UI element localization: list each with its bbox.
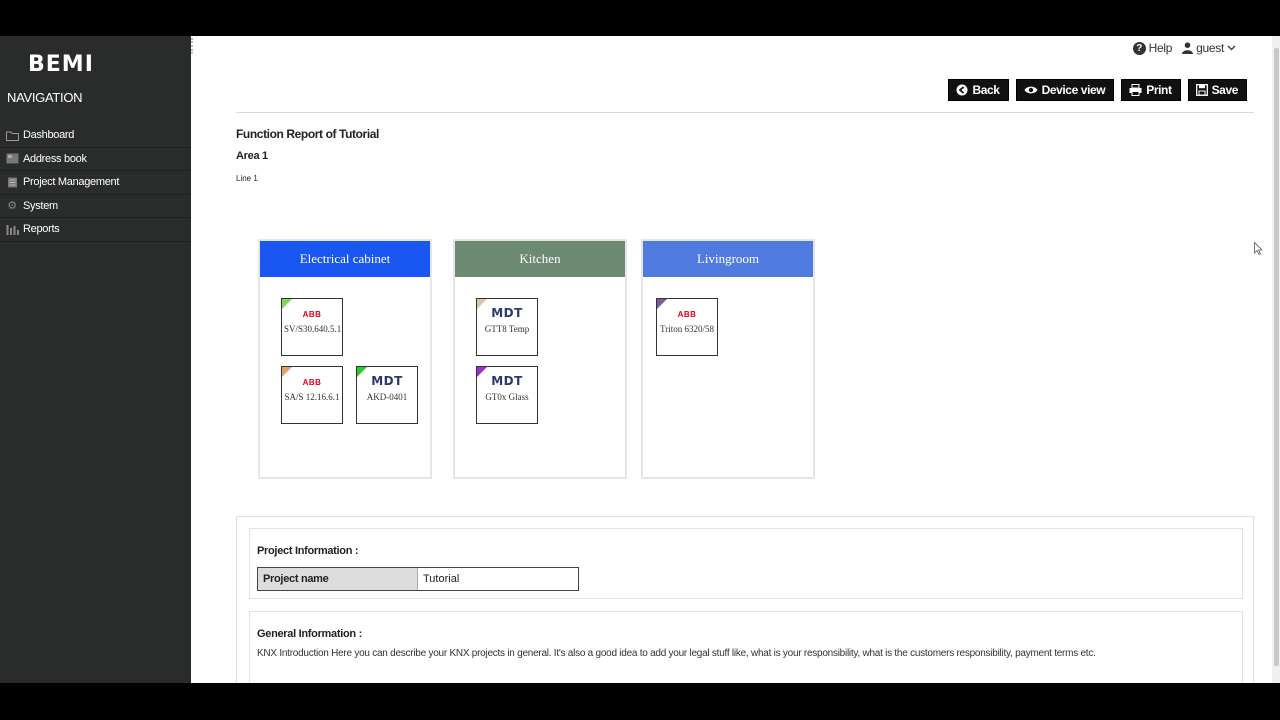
folder-icon bbox=[5, 130, 19, 141]
sidebar-item-dashboard[interactable]: Dashboard bbox=[0, 124, 191, 148]
room-card-kitchen: Kitchen MDT GTT8 Temp MDT GT0x Glass bbox=[453, 239, 627, 479]
sidebar: BEMI NAVIGATION Dashboard Address book P… bbox=[0, 36, 191, 683]
abb-logo: ABB bbox=[677, 310, 697, 319]
scrollbar-thumb[interactable] bbox=[1274, 48, 1279, 666]
room-card-livingroom: Livingroom ABB Triton 6320/58 bbox=[641, 239, 815, 479]
toolbar: Back Device view Print Save bbox=[948, 79, 1247, 101]
line-heading: Line 1 bbox=[236, 174, 258, 183]
device-card[interactable]: MDT GTT8 Temp bbox=[476, 298, 538, 356]
device-view-button[interactable]: Device view bbox=[1015, 79, 1115, 101]
device-name: Triton 6320/58 bbox=[660, 324, 714, 334]
user-icon bbox=[1182, 42, 1194, 54]
sidebar-item-label: Address book bbox=[23, 152, 87, 165]
mouse-cursor-icon bbox=[1254, 241, 1263, 258]
scrollbar[interactable] bbox=[1272, 36, 1280, 683]
device-name: GTT8 Temp bbox=[484, 324, 530, 334]
list-icon bbox=[5, 177, 19, 188]
abb-logo: ABB bbox=[302, 378, 322, 387]
device-card[interactable]: ABB Triton 6320/58 bbox=[656, 298, 718, 356]
abb-logo: ABB bbox=[302, 310, 322, 319]
sidebar-item-project-management[interactable]: Project Management bbox=[0, 171, 191, 195]
device-name: SA/S 12.16.6.1 bbox=[284, 392, 340, 402]
address-book-icon bbox=[5, 153, 19, 164]
header-divider bbox=[236, 112, 1254, 113]
section-heading: Project Information : bbox=[257, 545, 359, 557]
room-card-electrical-cabinet: Electrical cabinet ABB SV/S30.640.5.1 AB… bbox=[258, 239, 432, 479]
general-information-text: KNX Introduction Here you can describe y… bbox=[257, 648, 1096, 659]
arrow-left-circle-icon bbox=[956, 84, 968, 96]
device-card[interactable]: ABB SA/S 12.16.6.1 bbox=[281, 366, 343, 424]
navigation-title: NAVIGATION bbox=[7, 90, 83, 105]
sidebar-item-label: Dashboard bbox=[23, 129, 75, 142]
sidebar-item-address-book[interactable]: Address book bbox=[0, 148, 191, 171]
bar-chart-icon bbox=[5, 224, 19, 235]
general-information-section: General Information : KNX Introduction H… bbox=[249, 611, 1243, 683]
project-information-section: Project Information : Project name Tutor… bbox=[249, 528, 1243, 599]
sidebar-item-reports[interactable]: Reports bbox=[0, 218, 191, 242]
device-status-marker bbox=[357, 367, 367, 377]
back-button[interactable]: Back bbox=[948, 79, 1009, 101]
device-status-marker bbox=[477, 367, 487, 377]
device-status-marker bbox=[477, 299, 487, 309]
room-header: Livingroom bbox=[643, 241, 813, 277]
sidebar-resize-handle[interactable] bbox=[191, 38, 194, 54]
device-card[interactable]: ABB SV/S30.640.5.1 bbox=[281, 298, 343, 356]
room-header: Electrical cabinet bbox=[260, 241, 430, 277]
app-window: BEMI NAVIGATION Dashboard Address book P… bbox=[0, 36, 1280, 683]
section-heading: General Information : bbox=[257, 628, 362, 640]
help-link[interactable]: ? Help bbox=[1132, 41, 1172, 55]
page-title: Function Report of Tutorial bbox=[236, 127, 379, 141]
save-button[interactable]: Save bbox=[1187, 79, 1247, 101]
eye-icon bbox=[1024, 86, 1038, 94]
sidebar-item-system[interactable]: ⚙ System bbox=[0, 195, 191, 218]
topbar: ? Help guest bbox=[1132, 41, 1236, 55]
info-panel: Project Information : Project name Tutor… bbox=[236, 516, 1254, 683]
sidebar-item-label: Reports bbox=[23, 223, 60, 236]
sidebar-item-label: System bbox=[23, 199, 58, 212]
device-status-marker bbox=[282, 367, 292, 377]
bemi-logo[interactable]: BEMI bbox=[28, 52, 94, 77]
nav-list: Dashboard Address book Project Managemen… bbox=[0, 124, 191, 242]
device-card[interactable]: MDT AKD-0401 bbox=[356, 366, 418, 424]
chevron-down-icon bbox=[1227, 45, 1236, 51]
room-header: Kitchen bbox=[455, 241, 625, 277]
floppy-disk-icon bbox=[1195, 84, 1208, 96]
area-heading: Area 1 bbox=[236, 150, 268, 162]
device-name: SV/S30.640.5.1 bbox=[284, 324, 342, 334]
device-name: AKD-0401 bbox=[366, 392, 408, 402]
user-menu[interactable]: guest bbox=[1182, 41, 1236, 55]
question-icon: ? bbox=[1132, 41, 1146, 55]
device-card[interactable]: MDT GT0x Glass bbox=[476, 366, 538, 424]
project-name-key: Project name bbox=[258, 568, 418, 590]
gear-icon: ⚙ bbox=[7, 200, 17, 213]
print-button[interactable]: Print bbox=[1121, 79, 1181, 101]
project-name-value: Tutorial bbox=[423, 573, 460, 585]
sidebar-item-label: Project Management bbox=[23, 176, 120, 189]
device-status-marker bbox=[657, 299, 667, 309]
printer-icon bbox=[1129, 84, 1142, 96]
project-info-table: Project name Tutorial bbox=[257, 567, 579, 591]
device-name: GT0x Glass bbox=[485, 392, 529, 402]
device-status-marker bbox=[282, 299, 292, 309]
